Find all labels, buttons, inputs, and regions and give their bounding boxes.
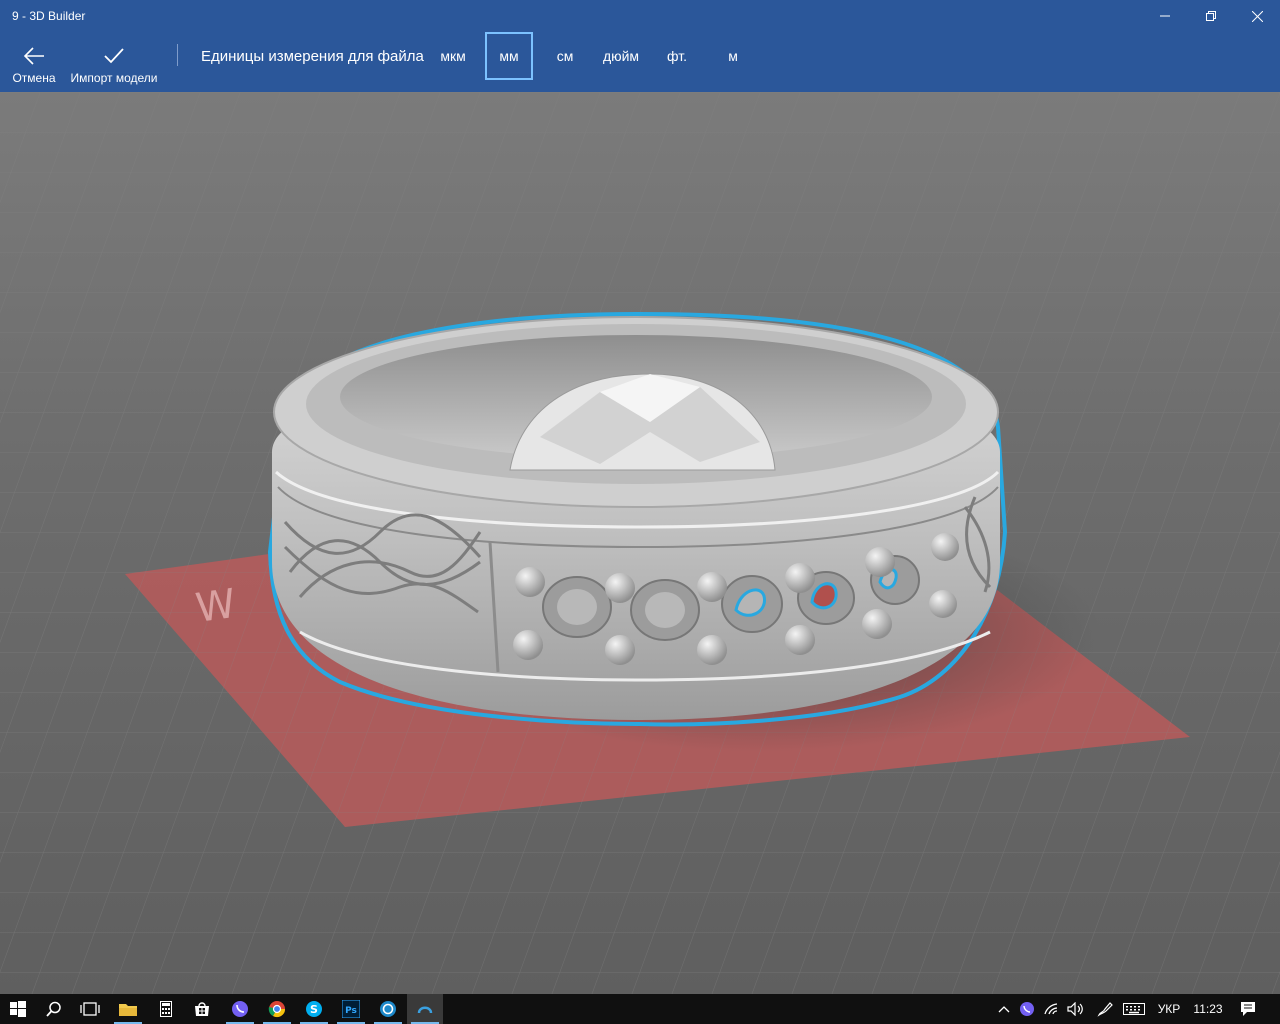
- keyboard-icon: [1123, 1003, 1145, 1015]
- chevron-up-icon: [998, 1006, 1010, 1013]
- taskbar-calculator[interactable]: [148, 994, 184, 1024]
- close-button[interactable]: [1234, 0, 1280, 32]
- minimize-icon: [1160, 15, 1170, 17]
- plate-logo: W: [193, 581, 239, 632]
- search-icon: [46, 1001, 61, 1017]
- import-model-label: Импорт модели: [70, 71, 158, 85]
- calculator-icon: [160, 1001, 172, 1017]
- taskbar-3d-builder[interactable]: [407, 994, 443, 1024]
- tray-viber[interactable]: [1016, 994, 1038, 1024]
- wifi-icon: [1044, 1003, 1058, 1015]
- taskbar-file-explorer[interactable]: [110, 994, 146, 1024]
- file-explorer-icon: [119, 1004, 137, 1016]
- file-units-label: Единицы измерения для файла: [201, 48, 424, 65]
- import-model-button[interactable]: Импорт модели: [66, 32, 162, 92]
- command-separator: [177, 44, 178, 66]
- unit-inches[interactable]: дюйм: [596, 32, 646, 80]
- search-button[interactable]: [36, 994, 72, 1024]
- tray-action-center[interactable]: [1234, 994, 1262, 1024]
- tray-network[interactable]: [1040, 994, 1064, 1024]
- taskbar-chrome[interactable]: [259, 994, 295, 1024]
- taskbar-skype[interactable]: S: [296, 994, 332, 1024]
- tray-volume[interactable]: [1064, 994, 1088, 1024]
- minimize-button[interactable]: [1142, 0, 1188, 32]
- task-view-button[interactable]: [72, 994, 108, 1024]
- title-bar: 9 - 3D Builder: [0, 0, 1280, 32]
- restore-button[interactable]: [1188, 0, 1234, 32]
- taskbar: S Ps УКР 11:23: [0, 994, 1280, 1024]
- speaker-icon: [1067, 1002, 1083, 1016]
- store-icon: [195, 1002, 209, 1016]
- taskbar-app[interactable]: [370, 994, 406, 1024]
- unit-centimeters[interactable]: см: [546, 32, 584, 80]
- photoshop-icon: Ps: [342, 1000, 360, 1018]
- close-icon: [1251, 10, 1263, 22]
- unit-micrometers[interactable]: мкм: [431, 32, 475, 80]
- skype-icon: S: [306, 1001, 322, 1017]
- back-arrow-icon: [23, 47, 44, 65]
- start-button[interactable]: [0, 994, 36, 1024]
- tray-pen-workspace[interactable]: [1092, 994, 1118, 1024]
- pen-icon: [1097, 1002, 1113, 1017]
- window-title: 9 - 3D Builder: [12, 9, 86, 23]
- unit-feet[interactable]: фт.: [658, 32, 696, 80]
- task-view-icon: [80, 1002, 100, 1016]
- 3d-builder-icon: [417, 1006, 433, 1014]
- svg-text:Ps: Ps: [345, 1006, 357, 1016]
- tray-clock[interactable]: 11:23: [1188, 994, 1228, 1024]
- tray-show-hidden-button[interactable]: [994, 994, 1014, 1024]
- app-icon: [380, 1001, 396, 1017]
- checkmark-icon: [104, 48, 124, 64]
- command-bar: Отмена Импорт модели Единицы измерения д…: [0, 32, 1280, 92]
- start-icon: [10, 1001, 26, 1017]
- viber-tray-icon: [1020, 1002, 1034, 1016]
- unit-meters[interactable]: м: [718, 32, 748, 80]
- cancel-label: Отмена: [12, 71, 56, 85]
- chrome-icon: [268, 1001, 286, 1018]
- viber-icon: [232, 1001, 248, 1017]
- svg-text:S: S: [310, 1003, 318, 1016]
- restore-icon: [1206, 11, 1216, 21]
- taskbar-viber[interactable]: [222, 994, 258, 1024]
- notifications-icon: [1241, 1002, 1255, 1016]
- scene-canvas[interactable]: W: [0, 92, 1280, 994]
- tray-touch-keyboard[interactable]: [1120, 994, 1148, 1024]
- 3d-viewport[interactable]: W: [0, 92, 1280, 994]
- unit-millimeters[interactable]: мм: [485, 32, 533, 80]
- taskbar-store[interactable]: [184, 994, 220, 1024]
- cancel-button[interactable]: Отмена: [6, 32, 62, 92]
- taskbar-photoshop[interactable]: Ps: [333, 994, 369, 1024]
- tray-language[interactable]: УКР: [1152, 994, 1186, 1024]
